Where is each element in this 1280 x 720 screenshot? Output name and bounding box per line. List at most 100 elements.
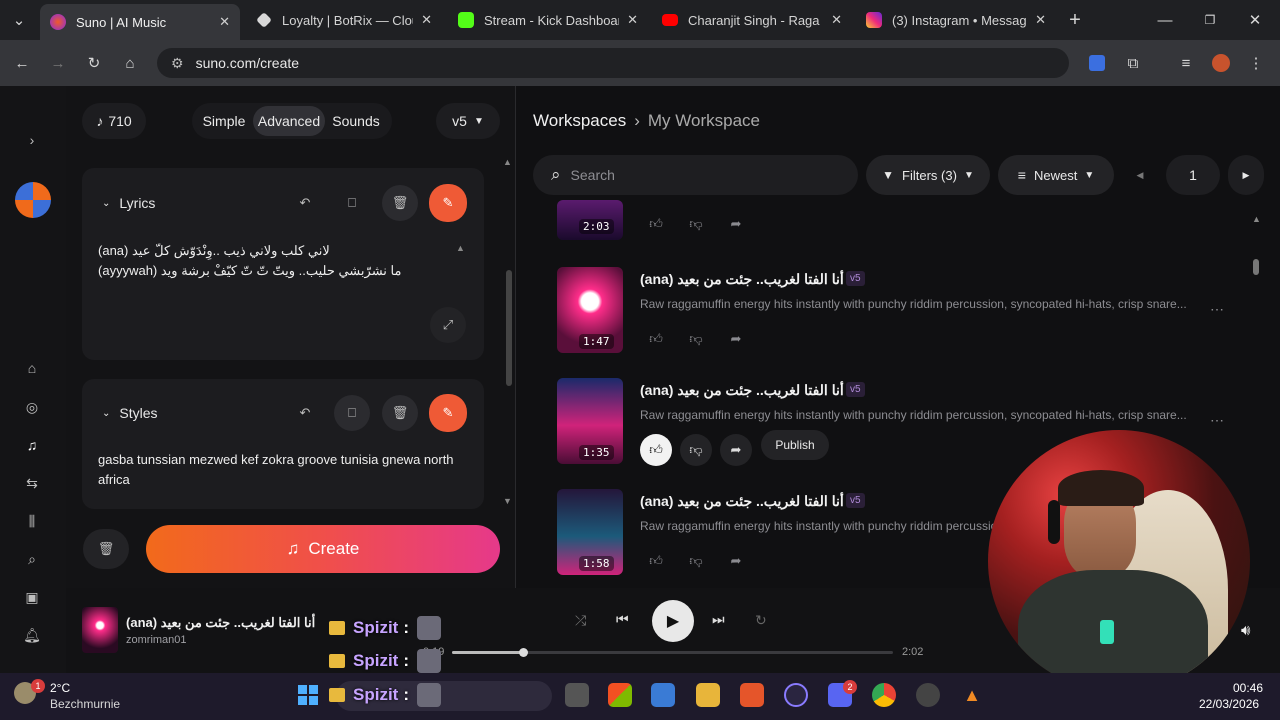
file-explorer-icon[interactable] — [696, 683, 720, 707]
like-thumb-icon[interactable]: 👍︎ — [640, 323, 672, 355]
extension-shield-icon[interactable] — [1086, 52, 1108, 74]
song-cover-image[interactable]: 1:47 — [557, 267, 623, 353]
expand-chevron-icon[interactable]: › — [22, 130, 42, 150]
library-icon[interactable]: ⫼ — [22, 511, 42, 531]
now-playing-title[interactable]: أنا الفتا لغريب.. جئت من بعيد (ana) — [126, 615, 315, 631]
reload-icon[interactable]: ↻ — [83, 52, 105, 74]
studio-icon[interactable]: ⇆ — [22, 473, 42, 493]
extensions-puzzle-icon[interactable]: ⧉ — [1122, 52, 1144, 74]
window-close-icon[interactable]: ✕ — [1244, 9, 1266, 31]
app-circle-icon[interactable] — [916, 683, 940, 707]
breadcrumb-root[interactable]: Workspaces — [533, 111, 626, 131]
new-tab-plus-icon[interactable]: + — [1064, 9, 1086, 31]
dislike-thumb-icon[interactable]: 👎︎ — [680, 545, 712, 577]
windows-start-icon[interactable] — [296, 683, 320, 707]
page-number[interactable]: 1 — [1166, 155, 1220, 195]
suno-logo-icon[interactable] — [15, 182, 51, 218]
tab-search-icon[interactable]: ⌄ — [8, 9, 30, 31]
magic-wand-icon[interactable]: ✎ — [429, 184, 467, 222]
explore-compass-icon[interactable]: ◎ — [22, 397, 42, 417]
lyrics-textarea[interactable]: لاني كلب ولاني ذيب ..وِنْدَوّش كلّ عيد (… — [98, 241, 448, 281]
progress-handle[interactable] — [518, 648, 528, 657]
filters-button[interactable]: ▼ Filters (3) ▼ — [866, 155, 990, 195]
now-playing-cover[interactable] — [82, 607, 118, 653]
store-icon[interactable] — [651, 683, 675, 707]
brave-browser-icon[interactable] — [740, 683, 764, 707]
create-scrollbar[interactable] — [505, 160, 513, 502]
home-icon[interactable]: ⌂ — [22, 358, 42, 378]
clock-time[interactable]: 00:46 — [1233, 681, 1263, 695]
song-cover-image[interactable]: 1:35 — [557, 378, 623, 464]
undo-icon[interactable]: ↶ — [287, 395, 323, 431]
lyrics-toggle[interactable]: ⌄ Lyrics — [102, 195, 155, 211]
hooks-icon[interactable]: ▣ — [22, 587, 42, 607]
like-thumb-icon[interactable]: 👍︎ — [640, 434, 672, 466]
magic-wand-icon[interactable]: ✎ — [429, 394, 467, 432]
create-button[interactable]: ♫ Create — [146, 525, 500, 573]
next-track-icon[interactable]: ⏭︎ — [712, 611, 725, 628]
styles-toggle[interactable]: ⌄ Styles — [102, 405, 158, 421]
song-cover-image[interactable]: 1:58 — [557, 489, 623, 575]
menu-kebab-icon[interactable]: ⋮ — [1245, 52, 1267, 74]
now-playing-artist[interactable]: zomriman01 — [126, 634, 187, 646]
forward-arrow-icon[interactable]: → — [47, 52, 69, 74]
clear-trash-icon[interactable]: 🗑︎ — [83, 529, 129, 569]
dislike-thumb-icon[interactable]: 👎︎ — [680, 434, 712, 466]
share-arrow-icon[interactable]: ➦ — [720, 208, 752, 240]
maximize-icon[interactable]: ❐ — [1199, 9, 1221, 31]
song-title[interactable]: أنا الفتا لغريب.. جئت من بعيد (ana) — [640, 382, 844, 399]
sort-button[interactable]: ≡ Newest ▼ — [998, 155, 1114, 195]
bookmark-icon[interactable]: ⎕ — [334, 185, 370, 221]
close-icon[interactable]: ✕ — [627, 12, 638, 28]
dislike-thumb-icon[interactable]: 👎︎ — [680, 208, 712, 240]
widgets-icon[interactable] — [608, 683, 632, 707]
model-select[interactable]: v5 ▼ — [436, 103, 500, 139]
song-title[interactable]: أنا الفتا لغريب.. جئت من بعيد (ana) — [640, 493, 844, 510]
previous-track-icon[interactable]: ⏮︎ — [616, 611, 629, 628]
more-options-icon[interactable]: ⋯ — [1199, 294, 1235, 324]
song-row[interactable]: 2:03 👍︎ 👎︎ ➦ — [557, 200, 1257, 240]
vlc-cone-icon[interactable]: ▲ — [960, 683, 984, 707]
site-info-icon[interactable]: ⚙ — [171, 55, 184, 72]
song-title[interactable]: أنا الفتا لغريب.. جئت من بعيد (ana) — [640, 271, 844, 288]
more-options-icon[interactable]: ⋯ — [1199, 405, 1235, 435]
tab-kick[interactable]: Stream - Kick Dashboard ✕ — [448, 6, 648, 34]
mode-advanced[interactable]: Advanced — [253, 106, 325, 136]
credits-counter[interactable]: ♪ 710 — [82, 103, 146, 139]
styles-textarea[interactable]: gasba tunssian mezwed kef zokra groove t… — [98, 450, 473, 490]
address-bar[interactable]: ⚙ suno.com/create — [157, 48, 1069, 78]
weather-location[interactable]: Bezchmurnie — [50, 697, 120, 711]
obs-icon[interactable] — [784, 683, 808, 707]
dislike-thumb-icon[interactable]: 👎︎ — [680, 323, 712, 355]
mode-simple[interactable]: Simple — [197, 106, 251, 136]
mode-sounds[interactable]: Sounds — [327, 106, 385, 136]
next-page-icon[interactable]: ▶ — [1228, 155, 1264, 195]
scroll-down-arrow-icon[interactable]: ▼ — [503, 496, 512, 506]
profile-avatar-icon[interactable] — [1210, 52, 1232, 74]
bookmark-icon[interactable]: ⎕ — [334, 395, 370, 431]
home-icon[interactable]: ⌂ — [119, 52, 141, 74]
close-icon[interactable]: ✕ — [421, 12, 432, 28]
like-thumb-icon[interactable]: 👍︎ — [640, 208, 672, 240]
clock-date[interactable]: 22/03/2026 — [1199, 697, 1259, 711]
minimize-icon[interactable]: — — [1154, 9, 1176, 31]
close-icon[interactable]: ✕ — [831, 12, 842, 28]
repeat-icon[interactable]: ↻ — [755, 612, 767, 629]
shuffle-icon[interactable]: ⤮ — [575, 612, 586, 629]
tab-instagram[interactable]: (3) Instagram • Messages ✕ — [856, 6, 1056, 34]
play-button-icon[interactable]: ▶ — [652, 600, 694, 642]
lyrics-scroll-up-icon[interactable]: ▲ — [456, 243, 465, 253]
back-arrow-icon[interactable]: ← — [11, 52, 33, 74]
create-music-icon[interactable]: ♫ — [22, 435, 42, 455]
task-view-icon[interactable] — [565, 683, 589, 707]
tab-youtube[interactable]: Charanjit Singh - Raga Bh ✕ — [652, 6, 852, 34]
notifications-bell-icon[interactable]: 🔔︎ — [22, 625, 42, 645]
tab-suno[interactable]: Suno | AI Music ✕ — [40, 4, 240, 40]
trash-icon[interactable]: 🗑︎ — [382, 185, 418, 221]
prev-page-icon[interactable]: ◀ — [1122, 155, 1158, 195]
tab-botrix[interactable]: Loyalty | BotRix — Cloud ✕ — [246, 6, 442, 34]
song-cover-image[interactable]: 2:03 — [557, 200, 623, 240]
progress-track[interactable] — [452, 648, 893, 657]
close-icon[interactable]: ✕ — [1035, 12, 1046, 28]
like-thumb-icon[interactable]: 👍︎ — [640, 545, 672, 577]
